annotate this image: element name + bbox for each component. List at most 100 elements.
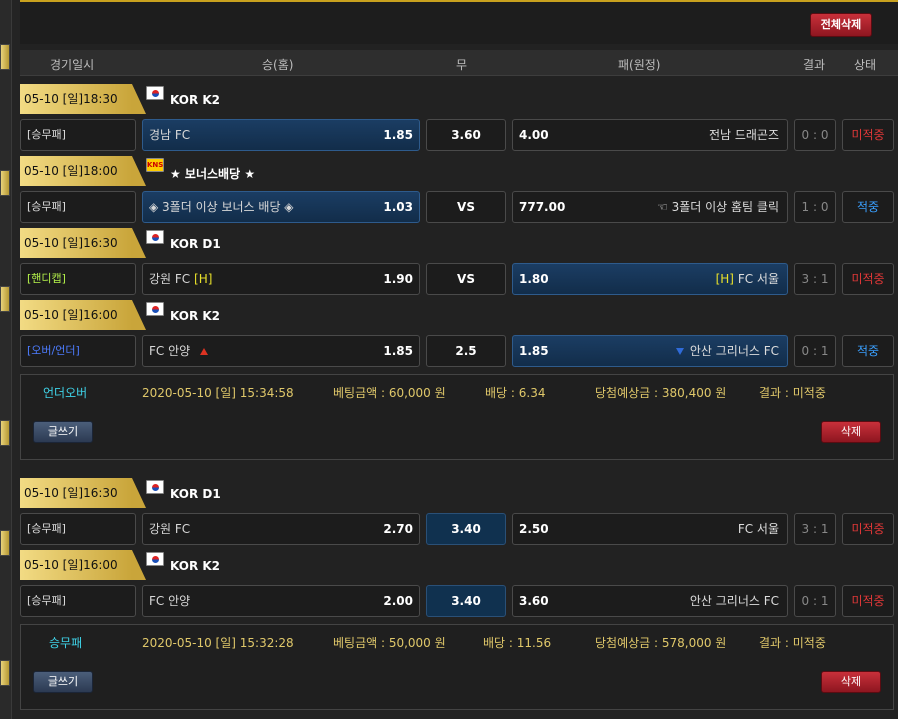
game-date-row: 05-10 [일]16:30 KOR D1 [20,228,898,258]
left-tab[interactable] [0,420,10,446]
away-team: 전남 드래곤즈 [708,128,779,142]
handicap-tag: [H] [194,272,213,286]
bet-type: [승무패] [20,585,136,617]
summary-odds: 배당 : 6.34 [485,386,546,400]
away-odds-button[interactable]: 1.80 [H] FC 서울 [512,263,788,295]
home-odds-button[interactable]: 강원 FC [H] 1.90 [142,263,420,295]
score: 3 : 1 [794,513,836,545]
league-name: KOR D1 [170,487,221,501]
bet-type: [승무패] [20,513,136,545]
draw-odds-button[interactable]: 2.5 [426,335,506,367]
over-arrow-icon [200,348,209,355]
summary-amount: 베팅금액 : 60,000 원 [333,386,446,400]
status-badge: 미적중 [842,263,894,295]
summary-expected: 당첨예상금 : 380,400 원 [595,386,727,400]
bet-type: [승무패] [20,191,136,223]
summary-odds: 배당 : 11.56 [483,636,552,650]
home-odds-button[interactable]: ◈ 3폴더 이상 보너스 배당 ◈ 1.03 [142,191,420,223]
korea-flag-icon [146,230,164,244]
bet-type: [승무패] [20,119,136,151]
table-header: 경기일시 승(홈) 무 패(원정) 결과 상태 [20,50,898,76]
summary-time: 2020-05-10 [일] 15:34:58 [142,386,294,400]
game-date: 05-10 [일]16:30 [20,228,146,258]
score: 1 : 0 [794,191,836,223]
left-tab[interactable] [0,44,10,70]
bonus-logo-icon: KNS [146,158,164,172]
away-odds-button[interactable]: 4.00 전남 드래곤즈 [512,119,788,151]
summary-time: 2020-05-10 [일] 15:32:28 [142,636,294,650]
left-tab[interactable] [0,660,10,686]
header-home: 승(홈) [262,58,294,72]
away-odds: 1.80 [519,272,549,286]
score: 0 : 0 [794,119,836,151]
home-odds-button[interactable]: FC 안양 2.00 [142,585,420,617]
home-odds: 1.90 [383,272,413,286]
game-date: 05-10 [일]16:00 [20,550,146,580]
away-team: FC 서울 [737,522,779,536]
home-team: FC 안양 [149,344,191,358]
away-team: 안산 그리너스 FC [689,594,779,608]
summary-type: 승무패 [49,636,83,650]
league-name: ★ 보너스배당 ★ [170,167,256,181]
bet-type: [오버/언더] [20,335,136,367]
bet-summary: 승무패 2020-05-10 [일] 15:32:28 베팅금액 : 50,00… [20,624,894,710]
score: 3 : 1 [794,263,836,295]
write-post-button[interactable]: 글쓰기 [33,671,93,693]
away-odds: 2.50 [519,522,549,536]
home-odds-button[interactable]: 경남 FC 1.85 [142,119,420,151]
draw-odds-button[interactable]: VS [426,263,506,295]
draw-odds-button[interactable]: 3.40 [426,513,506,545]
write-post-button[interactable]: 글쓰기 [33,421,93,443]
away-team-wrap: [H] FC 서울 [716,264,779,294]
game-date-row: 05-10 [일]18:30 KOR K2 [20,84,898,114]
top-bar: 전체삭제 [20,0,898,44]
home-team: ◈ 3폴더 이상 보너스 배당 ◈ [149,200,294,214]
header-result: 결과 [803,58,826,72]
bet-row: [승무패] 강원 FC 2.70 3.40 2.50 FC 서울 3 : 1 미… [20,513,898,545]
bet-row: [오버/언더] FC 안양 1.85 2.5 1.85 안산 그리너스 FC 0… [20,335,898,367]
away-odds-button[interactable]: 777.00 ☜ 3폴더 이상 홈팀 클릭 [512,191,788,223]
home-odds: 1.85 [383,344,413,358]
delete-button[interactable]: 삭제 [821,671,881,693]
away-team: ☜ 3폴더 이상 홈팀 클릭 [657,200,779,214]
away-odds-button[interactable]: 2.50 FC 서울 [512,513,788,545]
league-name: KOR K2 [170,559,221,573]
status-badge: 적중 [842,335,894,367]
korea-flag-icon [146,552,164,566]
left-tab[interactable] [0,530,10,556]
status-badge: 미적중 [842,585,894,617]
status-badge: 미적중 [842,513,894,545]
header-date: 경기일시 [50,58,95,72]
summary-result: 결과 : 미적중 [759,386,826,400]
bet-row: [승무패] ◈ 3폴더 이상 보너스 배당 ◈ 1.03 VS 777.00 ☜… [20,191,898,223]
away-odds-button[interactable]: 1.85 안산 그리너스 FC [512,335,788,367]
status-badge: 미적중 [842,119,894,151]
away-odds-button[interactable]: 3.60 안산 그리너스 FC [512,585,788,617]
game-date: 05-10 [일]18:00 [20,156,146,186]
left-tab[interactable] [0,286,10,312]
draw-odds-button[interactable]: VS [426,191,506,223]
home-odds-button[interactable]: 강원 FC 2.70 [142,513,420,545]
game-date: 05-10 [일]16:00 [20,300,146,330]
delete-button[interactable]: 삭제 [821,421,881,443]
bet-row: [핸디캡] 강원 FC [H] 1.90 VS 1.80 [H] FC 서울 3… [20,263,898,295]
home-odds-button[interactable]: FC 안양 1.85 [142,335,420,367]
draw-odds-button[interactable]: 3.40 [426,585,506,617]
home-team: 강원 FC [149,272,191,286]
under-arrow-icon [675,348,684,355]
league-name: KOR K2 [170,309,221,323]
header-away: 패(원정) [618,58,661,72]
draw-odds-button[interactable]: 3.60 [426,119,506,151]
left-tab[interactable] [0,170,10,196]
home-odds: 1.03 [383,200,413,214]
away-odds: 1.85 [519,344,549,358]
away-odds: 777.00 [519,200,566,214]
league-name: KOR D1 [170,237,221,251]
delete-all-button[interactable]: 전체삭제 [810,13,872,37]
korea-flag-icon [146,480,164,494]
game-date: 05-10 [일]18:30 [20,84,146,114]
handicap-tag: [H] [715,272,734,286]
bet-summary: 언더오버 2020-05-10 [일] 15:34:58 베팅금액 : 60,0… [20,374,894,460]
home-team: FC 안양 [149,594,191,608]
summary-expected: 당첨예상금 : 578,000 원 [595,636,727,650]
